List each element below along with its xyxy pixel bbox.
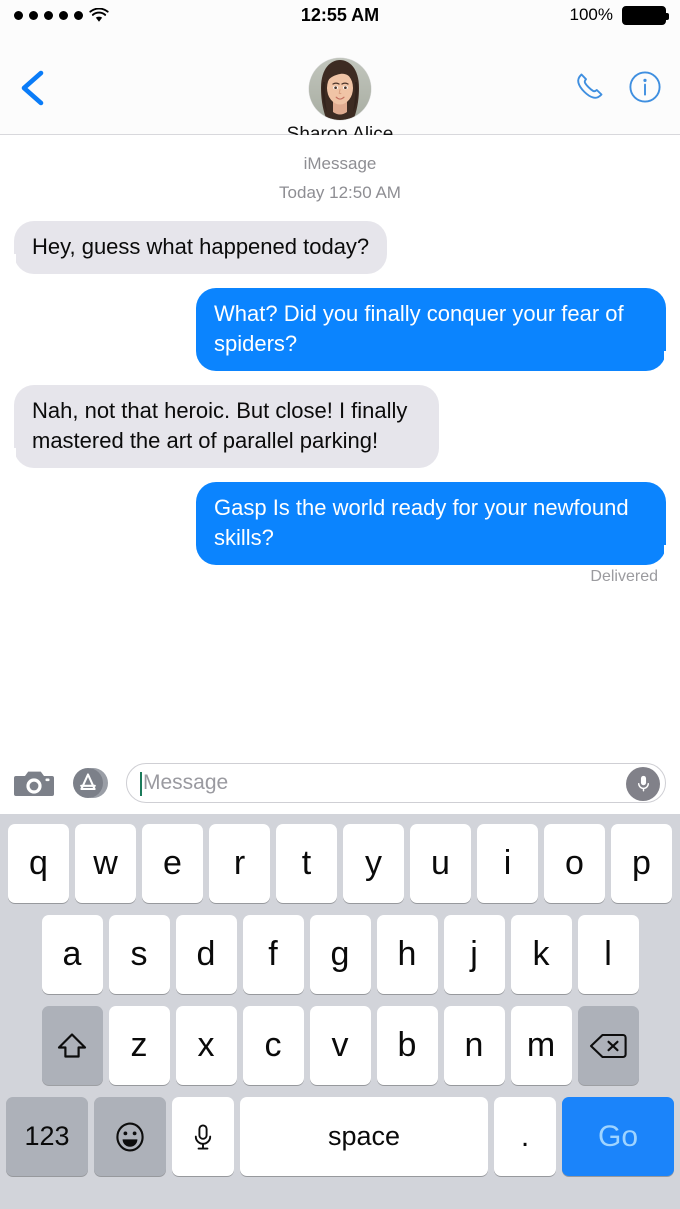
shift-key[interactable]: [41, 1006, 103, 1085]
key-y[interactable]: y: [343, 824, 404, 903]
space-key[interactable]: space: [240, 1097, 488, 1176]
app-store-icon: [73, 767, 108, 798]
key-l[interactable]: l: [577, 915, 639, 994]
backspace-delete-icon: [589, 1033, 627, 1058]
key-e[interactable]: e: [142, 824, 203, 903]
key-f[interactable]: f: [242, 915, 304, 994]
key-s[interactable]: s: [108, 915, 170, 994]
status-bar: 12:55 AM 100%: [0, 0, 680, 30]
incoming-message-bubble[interactable]: Hey, guess what happened today?: [4, 221, 388, 274]
key-w[interactable]: w: [75, 824, 136, 903]
outgoing-message-bubble[interactable]: Gasp Is the world ready for your newfoun…: [196, 482, 675, 565]
key-z[interactable]: z: [108, 1006, 170, 1085]
key-x[interactable]: x: [175, 1006, 237, 1085]
keyboard-row-4: 123 space . Go: [3, 1097, 677, 1176]
message-list[interactable]: iMessage Today 12:50 AM Hey, guess what …: [0, 135, 680, 751]
message-input-bar: Message: [0, 751, 680, 814]
key-m[interactable]: m: [510, 1006, 572, 1085]
incoming-message-bubble[interactable]: Nah, not that heroic. But close! I final…: [5, 385, 439, 468]
key-i[interactable]: i: [477, 824, 538, 903]
key-t[interactable]: t: [276, 824, 337, 903]
key-r[interactable]: r: [209, 824, 270, 903]
status-bar-right: 100%: [569, 5, 669, 25]
message-row: Gasp Is the world ready for your newfoun…: [0, 482, 680, 565]
virtual-keyboard[interactable]: q w e r t y u i o p a s d f g h j k l z …: [0, 814, 680, 1209]
outgoing-message-bubble[interactable]: What? Did you finally conquer your fear …: [196, 288, 675, 371]
key-b[interactable]: b: [376, 1006, 438, 1085]
message-input-field[interactable]: Message: [126, 762, 666, 803]
numeric-key[interactable]: 123: [6, 1097, 88, 1176]
key-u[interactable]: u: [410, 824, 471, 903]
app-store-button[interactable]: [68, 765, 112, 801]
header-actions: [572, 70, 662, 104]
avatar-photo: [309, 58, 371, 120]
keyboard-row-3: z x c v b n m: [3, 1006, 677, 1085]
service-label: iMessage: [303, 154, 377, 173]
conversation-header: Sharon Alice: [0, 30, 680, 145]
text-caret: [140, 771, 142, 796]
keyboard-row-2: a s d f g h j k l: [3, 915, 677, 994]
key-v[interactable]: v: [309, 1006, 371, 1085]
emoji-key[interactable]: [94, 1097, 166, 1176]
camera-icon[interactable]: [14, 767, 54, 799]
imessage-app-screen: 12:55 AM 100% iMessage Today 12:50 AM He…: [0, 0, 680, 1209]
key-g[interactable]: g: [309, 915, 371, 994]
microphone-icon: [194, 1123, 212, 1150]
backspace-key[interactable]: [577, 1006, 639, 1085]
key-p[interactable]: p: [611, 824, 672, 903]
key-h[interactable]: h: [376, 915, 438, 994]
key-j[interactable]: j: [443, 915, 505, 994]
delivery-status: Delivered: [590, 568, 658, 585]
contact-avatar[interactable]: [309, 58, 371, 120]
return-go-key[interactable]: Go: [562, 1097, 674, 1176]
message-row: Hey, guess what happened today?: [0, 221, 680, 274]
keyboard-row-1: q w e r t y u i o p: [3, 824, 677, 903]
key-a[interactable]: a: [41, 915, 103, 994]
key-q[interactable]: q: [8, 824, 69, 903]
message-input-placeholder: Message: [143, 770, 229, 794]
info-circle-icon[interactable]: [628, 70, 662, 104]
key-o[interactable]: o: [544, 824, 605, 903]
dictation-key[interactable]: [172, 1097, 234, 1176]
period-key[interactable]: .: [494, 1097, 556, 1176]
smiley-face-icon: [116, 1122, 144, 1151]
message-row: What? Did you finally conquer your fear …: [0, 288, 680, 371]
key-d[interactable]: d: [175, 915, 237, 994]
key-c[interactable]: c: [242, 1006, 304, 1085]
battery-percentage: 100%: [569, 5, 613, 24]
battery-full-icon: [622, 5, 669, 25]
microphone-icon: [637, 775, 649, 792]
conversation-timestamp: Today 12:50 AM: [279, 183, 401, 202]
shift-up-arrow-icon: [57, 1032, 87, 1058]
phone-icon[interactable]: [572, 70, 606, 104]
key-n[interactable]: n: [443, 1006, 505, 1085]
key-k[interactable]: k: [510, 915, 572, 994]
message-row: Nah, not that heroic. But close! I final…: [0, 385, 680, 468]
dictation-button[interactable]: [626, 766, 660, 801]
